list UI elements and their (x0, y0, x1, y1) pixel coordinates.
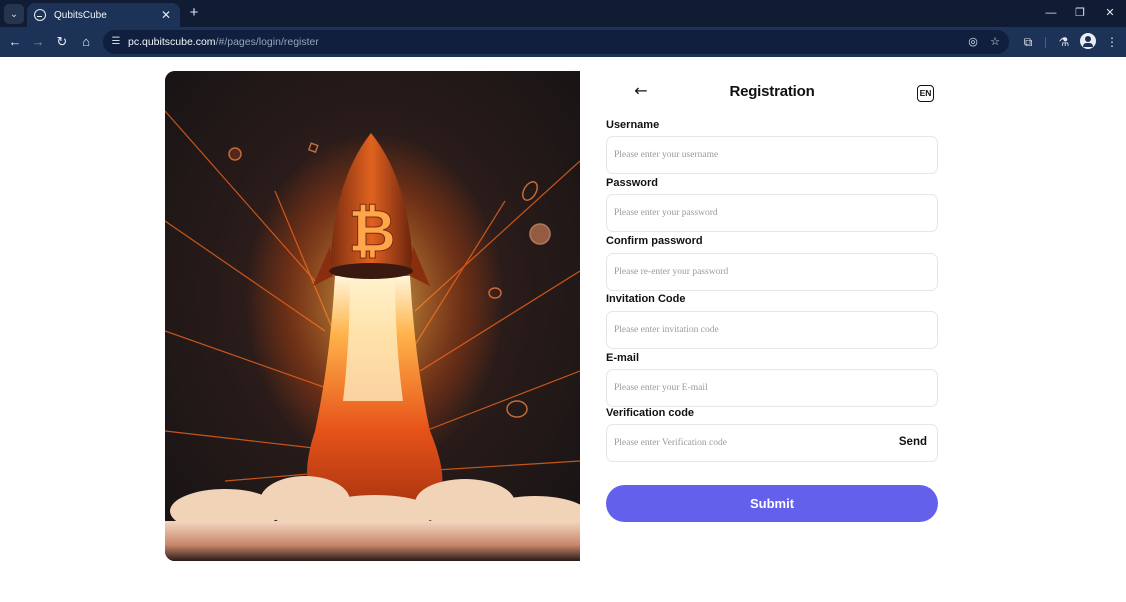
address-bar[interactable]: ☰ pc.qubitscube.com/#/pages/login/regist… (103, 30, 1009, 54)
eye-off-icon[interactable]: ◎ (965, 34, 981, 50)
browser-tab[interactable]: QubitsCube ✕ (27, 3, 180, 27)
labs-flask-icon[interactable]: ⚗ (1055, 33, 1073, 51)
invitation-code-field (606, 311, 938, 349)
email-input[interactable] (607, 370, 937, 406)
language-toggle-button[interactable]: EN (917, 85, 934, 102)
invitation-code-label: Invitation Code (606, 293, 686, 305)
site-info-icon[interactable]: ☰ (110, 36, 122, 48)
username-input[interactable] (607, 137, 937, 173)
forward-arrow-icon[interactable]: → (28, 32, 48, 52)
verification-code-label: Verification code (606, 407, 695, 419)
confirm-password-field (606, 253, 938, 291)
rocket-illustration: ₿ (165, 71, 580, 561)
tab-search-button[interactable]: ⌄ (4, 4, 24, 24)
email-label: E-mail (606, 352, 640, 364)
site-favicon-icon (34, 9, 46, 21)
back-arrow-icon[interactable]: ← (5, 32, 25, 52)
url-path: /#/pages/login/register (215, 36, 319, 48)
browser-tab-strip: ⌄ QubitsCube ✕ + — ❐ ✕ (0, 0, 1126, 27)
tab-close-icon[interactable]: ✕ (159, 8, 173, 22)
send-code-button[interactable]: Send (899, 436, 927, 448)
verification-code-field: Send (606, 424, 938, 462)
new-tab-button[interactable]: + (185, 4, 203, 22)
bookmark-star-icon[interactable]: ☆ (987, 34, 1003, 50)
toolbar-divider (1045, 37, 1046, 48)
svg-text:₿: ₿ (348, 197, 395, 265)
tab-title: QubitsCube (54, 9, 107, 21)
email-field (606, 369, 938, 407)
reload-icon[interactable]: ↻ (52, 32, 72, 52)
close-window-button[interactable]: ✕ (1100, 4, 1120, 22)
hero-rocket-image: ₿ (165, 71, 580, 561)
more-menu-icon[interactable]: ⋮ (1103, 33, 1121, 51)
profile-avatar-icon[interactable] (1080, 33, 1096, 49)
submit-button[interactable]: Submit (606, 485, 938, 522)
minimize-button[interactable]: — (1041, 4, 1061, 22)
verification-code-input[interactable] (607, 425, 937, 461)
password-field (606, 194, 938, 232)
confirm-password-label: Confirm password (606, 235, 703, 247)
confirm-password-input[interactable] (607, 254, 937, 290)
url-host: pc.qubitscube.com (128, 36, 216, 48)
home-icon[interactable]: ⌂ (76, 32, 96, 52)
restore-button[interactable]: ❐ (1070, 4, 1090, 22)
password-label: Password (606, 177, 658, 189)
password-input[interactable] (607, 195, 937, 231)
extensions-icon[interactable]: ⧉ (1019, 33, 1037, 51)
invitation-code-input[interactable] (607, 312, 937, 348)
registration-panel: ← Registration EN Username Password Conf… (606, 71, 938, 561)
page-title: Registration (729, 83, 815, 100)
browser-toolbar: ← → ↻ ⌂ ☰ pc.qubitscube.com/#/pages/logi… (0, 27, 1126, 57)
username-label: Username (606, 119, 660, 131)
username-field (606, 136, 938, 174)
